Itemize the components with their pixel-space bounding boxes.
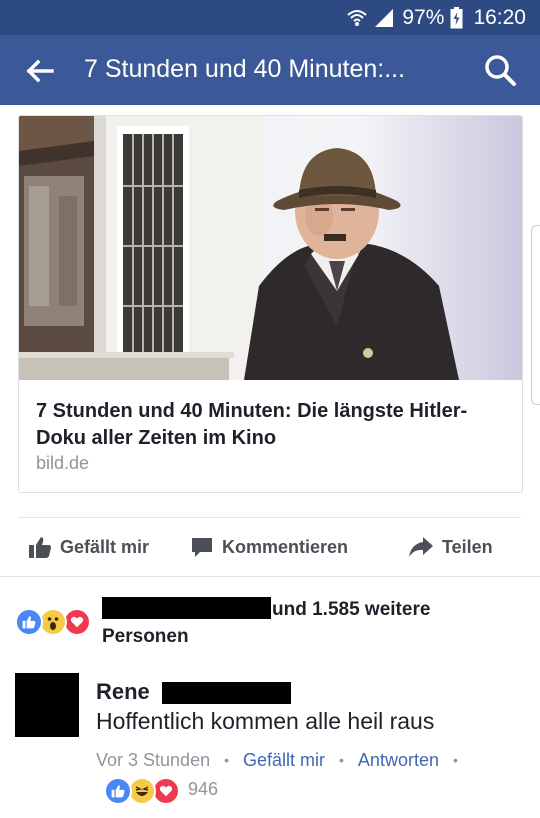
comment-author[interactable]: Rene <box>96 679 150 705</box>
commenter-avatar[interactable] <box>15 673 79 737</box>
scroll-handle[interactable] <box>531 225 540 405</box>
search-icon <box>485 55 516 86</box>
link-preview-card[interactable]: 7 Stunden und 40 Minuten: Die längste Hi… <box>18 115 523 493</box>
back-arrow-icon <box>26 59 54 83</box>
reactions-summary-line1: und 1.585 weitere <box>272 599 431 620</box>
share-button[interactable]: Teilen <box>408 518 493 576</box>
redacted-surname-bar <box>162 682 291 704</box>
meta-separator: • <box>224 752 229 768</box>
like-button[interactable]: Gefällt mir <box>28 518 149 576</box>
reactions-summary-line2: Personen <box>102 626 189 647</box>
comment-meta: Vor 3 Stunden • Gefällt mir • Antworten … <box>96 748 472 772</box>
love-reaction-icon <box>63 608 91 636</box>
wow-reaction-icon <box>39 608 67 636</box>
link-preview-domain: bild.de <box>36 453 90 473</box>
meta-separator: • <box>339 752 344 768</box>
love-reaction-icon <box>152 777 180 805</box>
comment-bubble-icon <box>192 538 212 557</box>
battery-charging-icon <box>450 6 463 29</box>
like-reaction-icon <box>15 608 43 636</box>
link-preview-title: 7 Stunden und 40 Minuten: Die längste Hi… <box>36 400 468 449</box>
comment-button[interactable]: Kommentieren <box>190 518 348 576</box>
comment-text: Hoffentlich kommen alle heil raus <box>96 708 435 734</box>
app-bar: 7 Stunden und 40 Minuten:... <box>0 35 540 105</box>
link-preview-image <box>19 116 522 380</box>
share-label: Teilen <box>442 536 493 557</box>
like-label: Gefällt mir <box>60 536 150 557</box>
like-reaction-icon <box>104 777 132 805</box>
status-icons: 97% 16:20 <box>346 5 526 30</box>
comment-label: Kommentieren <box>222 536 349 557</box>
post-action-bar: Gefällt mir Kommentieren Teilen <box>0 518 540 576</box>
comment-reply-link[interactable]: Antworten <box>358 750 439 771</box>
comment-reaction-icons[interactable] <box>104 777 244 805</box>
back-button[interactable] <box>22 53 58 89</box>
comment-like-link[interactable]: Gefällt mir <box>243 750 325 771</box>
reactions-summary[interactable]: und 1.585 weitere Personen <box>102 596 502 650</box>
search-button[interactable] <box>482 52 518 88</box>
thumbs-up-icon <box>29 537 51 558</box>
clock: 16:20 <box>473 5 526 29</box>
wifi-calling-icon <box>346 8 368 28</box>
signal-icon <box>374 8 394 28</box>
comment-timestamp[interactable]: Vor 3 Stunden <box>96 750 210 771</box>
share-arrow-icon <box>409 537 433 557</box>
haha-reaction-icon <box>128 777 156 805</box>
meta-separator: • <box>452 752 458 768</box>
page-title: 7 Stunden und 40 Minuten:... <box>84 55 406 83</box>
status-bar: 97% 16:20 <box>0 0 540 35</box>
reaction-icons[interactable] <box>15 608 93 636</box>
battery-percent: 97% <box>402 5 445 29</box>
divider <box>0 576 540 577</box>
comment-reaction-count[interactable]: 946 <box>188 777 218 801</box>
